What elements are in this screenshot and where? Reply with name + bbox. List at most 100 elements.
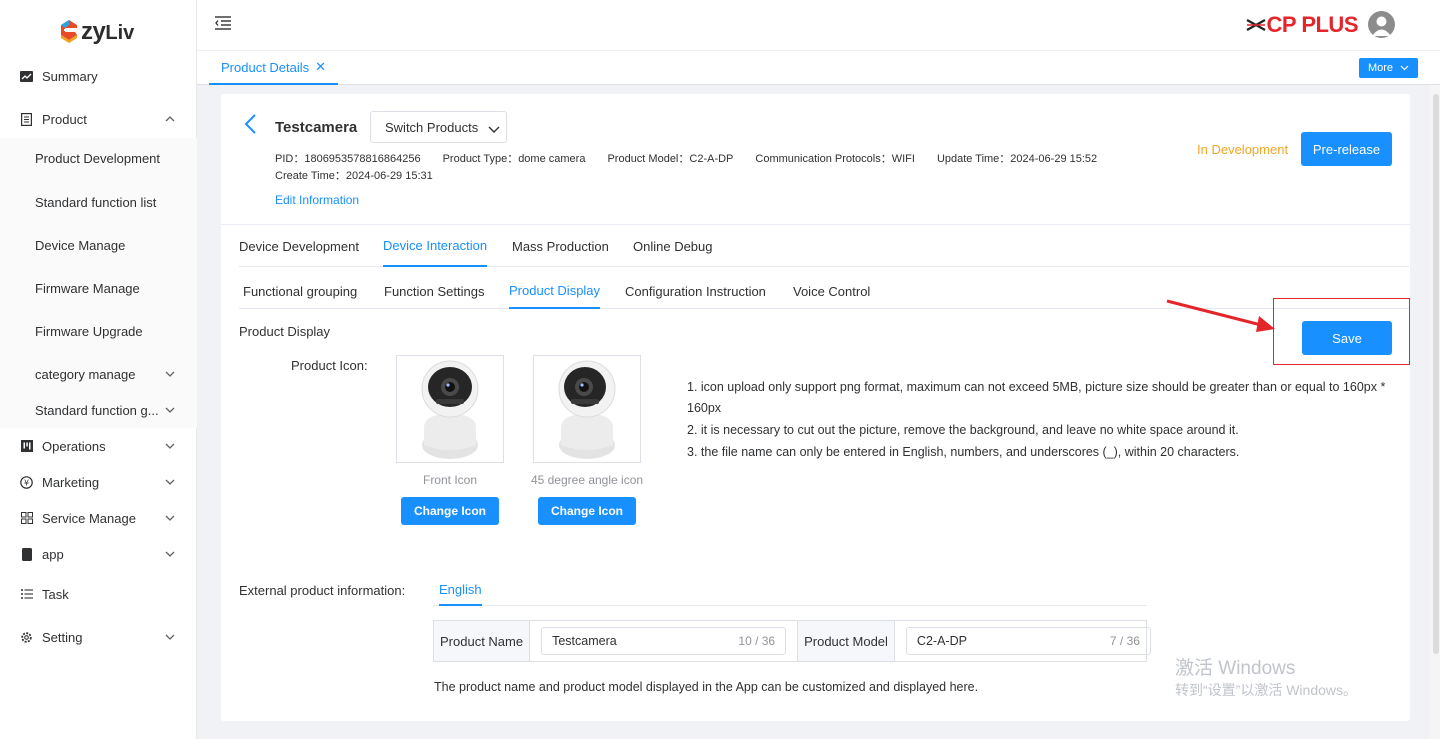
doc-icon	[20, 112, 33, 126]
sidebar-item-setting[interactable]: Setting	[0, 620, 197, 654]
change-front-icon-button[interactable]: Change Icon	[401, 497, 499, 525]
sidebar-sub-standard-function-list[interactable]: Standard function list	[0, 185, 197, 219]
sidebar-item-label: Setting	[42, 629, 83, 645]
product-card: Testcamera Switch Products PID：180695357…	[221, 94, 1410, 721]
sidebar-item-label: Marketing	[42, 474, 100, 490]
tab-voice-control[interactable]: Voice Control	[793, 274, 870, 309]
switch-label: Switch Products	[385, 119, 479, 135]
sidebar-sub-firmware-upgrade[interactable]: Firmware Upgrade	[0, 314, 197, 348]
logo-suffix: Liv	[105, 22, 135, 44]
tab-online-debug[interactable]: Online Debug	[633, 225, 713, 267]
scrollbar-thumb[interactable]	[1433, 94, 1439, 654]
logo-e-icon	[61, 20, 77, 43]
pre-release-button[interactable]: Pre-release	[1301, 132, 1392, 166]
cp-plus-mark-icon	[1246, 19, 1266, 31]
camera-angle-icon	[558, 360, 616, 459]
tab-device-development[interactable]: Device Development	[239, 225, 359, 267]
char-count: 10 / 36	[738, 634, 776, 648]
char-count: 7 / 36	[1109, 634, 1140, 648]
angle-icon-image	[533, 355, 641, 463]
ezyliv-logo[interactable]: zy Liv	[57, 10, 134, 46]
sidebar-item-label: Operations	[42, 438, 106, 454]
tab-mass-production[interactable]: Mass Production	[512, 225, 609, 267]
save-button[interactable]: Save	[1302, 321, 1392, 355]
sidebar-sub-label: category manage	[35, 366, 136, 382]
external-info-note: The product name and product model displ…	[434, 680, 979, 694]
meta-protocols: Communication Protocols：WIFI	[755, 153, 915, 165]
product-meta-create: Create Time：2024-06-29 15:31	[275, 167, 455, 183]
sidebar-sub-label: Device Manage	[35, 237, 126, 253]
operations-icon	[20, 440, 33, 453]
front-icon-caption: Front Icon	[422, 473, 478, 487]
menu-collapse-icon[interactable]	[215, 16, 231, 30]
meta-type: Product Type：dome camera	[442, 153, 586, 165]
front-icon-image	[396, 355, 504, 463]
svg-text:¥: ¥	[24, 478, 29, 487]
tab-configuration-instruction[interactable]: Configuration Instruction	[625, 274, 766, 309]
sidebar-item-task[interactable]: Task	[0, 577, 197, 611]
gear-icon	[20, 631, 33, 644]
meta-pid: PID：1806953578816864256	[275, 153, 421, 165]
avatar[interactable]	[1368, 11, 1395, 38]
product-model-label: Product Model	[798, 621, 895, 661]
sidebar-item-operations[interactable]: Operations	[0, 429, 197, 463]
angle-icon-caption: 45 degree angle icon	[530, 473, 644, 487]
sidebar-item-app[interactable]: app	[0, 537, 197, 571]
windows-activation-subtitle: 转到“设置”以激活 Windows。	[1175, 682, 1358, 698]
product-meta: PID：1806953578816864256 Product Type：dome…	[275, 150, 1119, 166]
meta-model: Product Model：C2-A-DP	[607, 153, 734, 165]
sidebar-item-label: Task	[42, 586, 69, 602]
sidebar-item-service-manage[interactable]: Service Manage	[0, 501, 197, 535]
sidebar-sub-product-development[interactable]: Product Development	[0, 141, 197, 175]
sidebar-item-product[interactable]: Product	[0, 102, 197, 136]
section-title: Product Display	[239, 324, 331, 339]
switch-products-button[interactable]: Switch Products	[370, 111, 507, 143]
edit-information-link[interactable]: Edit Information	[275, 193, 359, 207]
product-name-value: Testcamera	[552, 634, 617, 648]
sidebar-item-label: Product	[42, 111, 87, 127]
sidebar-sub-standard-function-group[interactable]: Standard function g...	[0, 393, 197, 427]
sidebar-sub-device-manage[interactable]: Device Manage	[0, 228, 197, 262]
marketing-icon: ¥	[20, 475, 33, 489]
sidebar-sub-label: Firmware Manage	[35, 280, 140, 296]
sidebar-item-summary[interactable]: Summary	[0, 59, 197, 93]
tab-product-display[interactable]: Product Display	[509, 274, 601, 309]
upload-tips: 1. icon upload only support png format, …	[687, 377, 1387, 464]
sidebar: zy Liv Summary Product Product Developmen…	[0, 0, 197, 739]
close-icon[interactable]: ✕	[315, 59, 326, 75]
annotation-arrow-icon	[1166, 299, 1275, 332]
company-name: CP PLUS	[1266, 12, 1359, 37]
tip-item: 3. the file name can only be entered in …	[687, 445, 1240, 459]
top-header: CP PLUS	[197, 0, 1440, 50]
external-info-table: Product Name Testcamera 10 / 36 Product …	[433, 620, 1151, 662]
more-button[interactable]: More	[1359, 58, 1418, 78]
sidebar-sub-category-manage[interactable]: category manage	[0, 357, 197, 391]
chevron-down-icon	[488, 122, 500, 133]
tab-functional-grouping[interactable]: Functional grouping	[243, 274, 357, 309]
sidebar-sub-firmware-manage[interactable]: Firmware Manage	[0, 271, 197, 305]
page-title: Testcamera	[275, 119, 358, 136]
sidebar-item-label: Summary	[42, 68, 98, 84]
logo-word: zy	[81, 18, 106, 45]
back-arrow-icon[interactable]	[241, 112, 261, 136]
sidebar-sub-label: Standard function g...	[35, 402, 159, 418]
product-name-cell: Testcamera 10 / 36	[530, 621, 799, 661]
chevron-down-icon	[165, 405, 175, 416]
sidebar-item-label: Service Manage	[42, 510, 136, 526]
change-angle-icon-button[interactable]: Change Icon	[538, 497, 636, 525]
tab-label: Product Details	[221, 59, 310, 75]
sidebar-sub-label: Standard function list	[35, 194, 157, 210]
camera-front-icon	[421, 360, 479, 459]
tab-english[interactable]: English	[439, 574, 482, 606]
chevron-down-icon	[165, 549, 175, 560]
primary-tabs: Device Development Device Interaction Ma…	[239, 225, 1409, 267]
more-label: More	[1367, 62, 1394, 74]
product-model-input[interactable]: C2-A-DP 7 / 36	[905, 627, 1151, 655]
tab-device-interaction[interactable]: Device Interaction	[383, 225, 488, 267]
tab-product-details[interactable]: Product Details ✕	[209, 51, 339, 85]
chevron-down-icon	[1400, 63, 1409, 73]
sidebar-item-marketing[interactable]: ¥ Marketing	[0, 465, 197, 499]
windows-activation-title: 激活 Windows	[1175, 658, 1296, 679]
product-name-input[interactable]: Testcamera 10 / 36	[541, 627, 787, 655]
tab-function-settings[interactable]: Function Settings	[384, 274, 484, 309]
